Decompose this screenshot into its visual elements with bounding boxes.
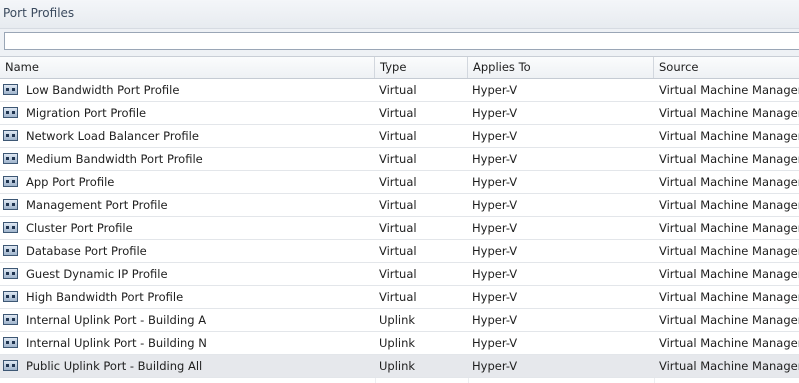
row-applies-to: Hyper-V xyxy=(472,175,518,189)
column-header-type[interactable]: Type xyxy=(375,57,468,78)
row-applies-to: Hyper-V xyxy=(472,359,518,373)
row-source: Virtual Machine Manager xyxy=(659,152,799,166)
row-source: Virtual Machine Manager xyxy=(659,198,799,212)
row-applies-to: Hyper-V xyxy=(472,129,518,143)
row-name: Database Port Profile xyxy=(26,244,147,258)
row-source: Virtual Machine Manager xyxy=(659,313,799,327)
row-applies-to: Hyper-V xyxy=(472,106,518,120)
row-name: Internal Uplink Port - Building A xyxy=(26,313,207,327)
row-type: Virtual xyxy=(379,221,417,235)
port-profile-icon xyxy=(3,314,18,325)
row-type: Virtual xyxy=(379,290,417,304)
row-applies-to: Hyper-V xyxy=(472,244,518,258)
row-type: Virtual xyxy=(379,83,417,97)
table-row[interactable]: Public Uplink Port - Building All Uplink H… xyxy=(0,355,799,378)
port-profile-icon xyxy=(3,130,18,141)
row-type: Virtual xyxy=(379,175,417,189)
port-profile-icon xyxy=(3,84,18,95)
table-row[interactable]: Guest Dynamic IP Profile Virtual Hyper-V Vi… xyxy=(0,263,799,286)
port-profile-icon xyxy=(3,268,18,279)
table-row[interactable]: Internal Uplink Port - Building N Uplink H… xyxy=(0,332,799,355)
row-name: Low Bandwidth Port Profile xyxy=(26,83,180,97)
row-source: Virtual Machine Manager xyxy=(659,106,799,120)
table-row[interactable]: Medium Bandwidth Port Profile Virtual Hype… xyxy=(0,148,799,171)
grid-header: Name Type Applies To Source xyxy=(0,57,799,79)
row-name: Management Port Profile xyxy=(26,198,168,212)
row-type: Uplink xyxy=(379,313,416,327)
row-source: Virtual Machine Manager xyxy=(659,83,799,97)
table-row[interactable]: Low Bandwidth Port Profile Virtual Hyper-V… xyxy=(0,79,799,102)
row-type: Uplink xyxy=(379,359,416,373)
title-bar: Port Profiles xyxy=(0,0,799,29)
column-header-source[interactable]: Source xyxy=(654,57,799,78)
table-row[interactable]: Internal Uplink Port - Building A Uplink H… xyxy=(0,309,799,332)
port-profile-icon xyxy=(3,176,18,187)
row-applies-to: Hyper-V xyxy=(472,221,518,235)
row-name: Public Uplink Port - Building All xyxy=(26,359,203,373)
row-name: Migration Port Profile xyxy=(26,106,147,120)
row-source: Virtual Machine Manager xyxy=(659,175,799,189)
port-profile-icon xyxy=(3,291,18,302)
row-type: Uplink xyxy=(379,336,416,350)
row-applies-to: Hyper-V xyxy=(472,336,518,350)
column-header-applies-to[interactable]: Applies To xyxy=(468,57,654,78)
row-source: Virtual Machine Manager xyxy=(659,267,799,281)
row-name: Network Load Balancer Profile xyxy=(26,129,199,143)
port-profile-icon xyxy=(3,107,18,118)
table-row[interactable]: High Bandwidth Port Profile Virtual Hyper-… xyxy=(0,286,799,309)
port-profiles-list: Low Bandwidth Port Profile Virtual Hyper-V… xyxy=(0,79,799,378)
row-applies-to: Hyper-V xyxy=(472,198,518,212)
port-profile-icon xyxy=(3,245,18,256)
row-source: Virtual Machine Manager xyxy=(659,221,799,235)
row-name: App Port Profile xyxy=(26,175,115,189)
row-source: Virtual Machine Manager xyxy=(659,336,799,350)
row-applies-to: Hyper-V xyxy=(472,152,518,166)
table-row[interactable]: Cluster Port Profile Virtual Hyper-V Virtua… xyxy=(0,217,799,240)
row-source: Virtual Machine Manager xyxy=(659,359,799,373)
table-row[interactable]: App Port Profile Virtual Hyper-V Virtual Ma… xyxy=(0,171,799,194)
row-type: Virtual xyxy=(379,106,417,120)
port-profile-icon xyxy=(3,153,18,164)
row-type: Virtual xyxy=(379,129,417,143)
row-name: Cluster Port Profile xyxy=(26,221,133,235)
row-type: Virtual xyxy=(379,267,417,281)
row-type: Virtual xyxy=(379,244,417,258)
port-profile-icon xyxy=(3,337,18,348)
row-type: Virtual xyxy=(379,152,417,166)
port-profile-icon xyxy=(3,360,18,371)
row-applies-to: Hyper-V xyxy=(472,83,518,97)
table-row[interactable]: Database Port Profile Virtual Hyper-V Virtu… xyxy=(0,240,799,263)
row-name: Medium Bandwidth Port Profile xyxy=(26,152,203,166)
row-name: Guest Dynamic IP Profile xyxy=(26,267,168,281)
table-row[interactable]: Network Load Balancer Profile Virtual Hype… xyxy=(0,125,799,148)
row-source: Virtual Machine Manager xyxy=(659,290,799,304)
column-header-name[interactable]: Name xyxy=(0,57,375,78)
row-applies-to: Hyper-V xyxy=(472,313,518,327)
row-source: Virtual Machine Manager xyxy=(659,244,799,258)
window-title: Port Profiles xyxy=(3,6,75,20)
row-applies-to: Hyper-V xyxy=(472,290,518,304)
row-applies-to: Hyper-V xyxy=(472,267,518,281)
row-type: Virtual xyxy=(379,198,417,212)
port-profile-icon xyxy=(3,222,18,233)
row-source: Virtual Machine Manager xyxy=(659,129,799,143)
row-name: Internal Uplink Port - Building N xyxy=(26,336,207,350)
row-name: High Bandwidth Port Profile xyxy=(26,290,184,304)
filter-input[interactable] xyxy=(4,32,799,50)
table-row[interactable]: Management Port Profile Virtual Hyper-V Vir… xyxy=(0,194,799,217)
filter-area xyxy=(0,29,799,57)
table-row[interactable]: Migration Port Profile Virtual Hyper-V Virt… xyxy=(0,102,799,125)
port-profile-icon xyxy=(3,199,18,210)
